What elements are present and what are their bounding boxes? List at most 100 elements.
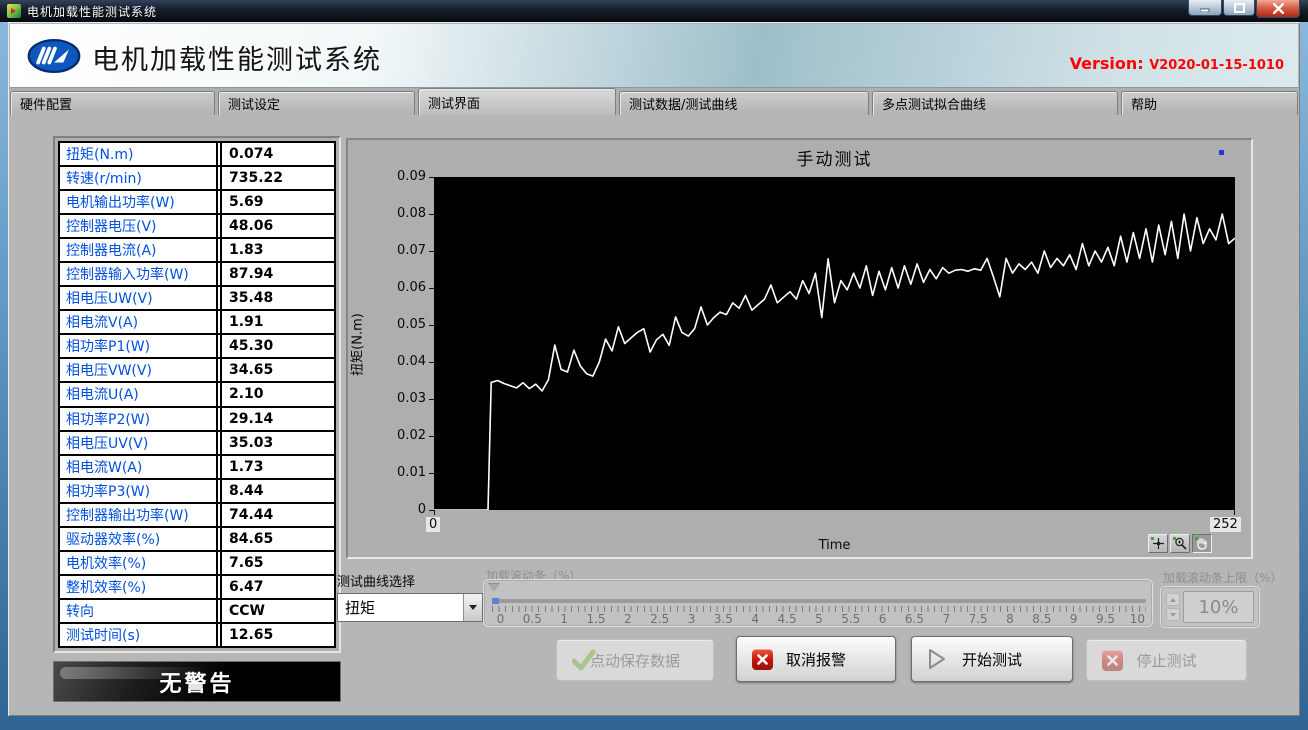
param-value: 45.30 bbox=[220, 335, 334, 357]
param-label: 控制器电流(A) bbox=[60, 239, 218, 261]
table-row: 电机输出功率(W)5.69 bbox=[60, 191, 334, 215]
param-value: 5.69 bbox=[220, 191, 334, 213]
slider-tick-label: 4 bbox=[740, 612, 771, 626]
chevron-down-icon[interactable] bbox=[463, 594, 482, 621]
tab-multipoint-fit-curve[interactable]: 多点测试拟合曲线 bbox=[872, 91, 1118, 115]
y-axis-title: 扭矩(N.m) bbox=[347, 280, 366, 410]
load-slider[interactable]: 00.511.522.533.544.555.566.577.588.599.5… bbox=[483, 579, 1153, 627]
warning-banner: 无警告 bbox=[53, 661, 341, 702]
slider-tick-label: 6.5 bbox=[899, 612, 930, 626]
close-button[interactable] bbox=[1256, 0, 1300, 18]
table-row: 驱动器效率(%)84.65 bbox=[60, 528, 334, 552]
crosshair-tool-icon[interactable] bbox=[1148, 534, 1168, 553]
slider-tick-label: 1.5 bbox=[581, 612, 612, 626]
slider-tick-label: 2.5 bbox=[644, 612, 675, 626]
slider-tick-label: 7.5 bbox=[963, 612, 994, 626]
slider-track[interactable] bbox=[492, 599, 1146, 603]
slider-tick-label: 9 bbox=[1058, 612, 1089, 626]
slider-thumb[interactable] bbox=[488, 584, 500, 598]
param-value: 1.91 bbox=[220, 311, 334, 333]
table-row: 转速(r/min)735.22 bbox=[60, 167, 334, 191]
param-value: 87.94 bbox=[220, 263, 334, 285]
spinner-up-icon[interactable] bbox=[1166, 593, 1180, 606]
y-tick-mark bbox=[429, 288, 434, 289]
chart-title: 手动测试 bbox=[434, 145, 1235, 170]
param-label: 相电流W(A) bbox=[60, 456, 218, 478]
x-tick-mark bbox=[1234, 510, 1235, 515]
version-text: Version: V2020-01-15-1010 bbox=[1070, 54, 1284, 73]
slider-tick-label: 0.5 bbox=[517, 612, 548, 626]
tab-test-data-curves[interactable]: 测试数据/测试曲线 bbox=[619, 91, 869, 115]
y-tick-mark bbox=[429, 362, 434, 363]
param-value: 35.48 bbox=[220, 287, 334, 309]
y-tick-mark bbox=[429, 436, 434, 437]
y-tick-mark bbox=[429, 473, 434, 474]
param-value: 35.03 bbox=[220, 432, 334, 454]
chart-panel: 手动测试 0.090.080.070.060.050.040.030.020.0… bbox=[346, 138, 1253, 559]
param-value: 0.074 bbox=[220, 143, 334, 165]
param-value: 8.44 bbox=[220, 480, 334, 502]
table-row: 相电流V(A)1.91 bbox=[60, 311, 334, 335]
plot-area[interactable] bbox=[434, 177, 1235, 510]
slider-tick-label: 7 bbox=[931, 612, 962, 626]
x-axis-max-label[interactable]: 252 bbox=[1210, 517, 1241, 532]
curve-select-label: 测试曲线选择 bbox=[337, 571, 415, 590]
curve-select-dropdown[interactable]: 扭矩 bbox=[337, 593, 483, 622]
jog-save-data-button[interactable]: 点动保存数据 bbox=[556, 639, 714, 681]
table-row: 测试时间(s)12.65 bbox=[60, 624, 334, 646]
start-test-button[interactable]: 开始测试 bbox=[911, 636, 1073, 682]
slider-tick-label: 3 bbox=[676, 612, 707, 626]
tab-test-settings[interactable]: 测试设定 bbox=[218, 91, 415, 115]
slider-tick-labels: 00.511.522.533.544.555.566.577.588.599.5… bbox=[485, 612, 1153, 626]
table-row: 相电压UW(V)35.48 bbox=[60, 287, 334, 311]
param-value: 1.83 bbox=[220, 239, 334, 261]
tab-bar: 硬件配置 测试设定 测试界面 测试数据/测试曲线 多点测试拟合曲线 帮助 bbox=[10, 88, 1298, 115]
table-row: 控制器输入功率(W)87.94 bbox=[60, 263, 334, 287]
table-row: 相功率P1(W)45.30 bbox=[60, 335, 334, 359]
curve-select-value: 扭矩 bbox=[338, 597, 463, 618]
param-value: 12.65 bbox=[220, 624, 334, 646]
param-label: 转速(r/min) bbox=[60, 167, 218, 189]
readout-table: 扭矩(N.m)0.074转速(r/min)735.22电机输出功率(W)5.69… bbox=[58, 141, 336, 648]
y-tick-label: 0 bbox=[350, 502, 426, 517]
param-label: 驱动器效率(%) bbox=[60, 528, 218, 550]
param-label: 相电压UV(V) bbox=[60, 432, 218, 454]
y-tick-mark bbox=[429, 399, 434, 400]
param-value: 7.65 bbox=[220, 552, 334, 574]
upper-limit-value[interactable]: 10% bbox=[1183, 591, 1254, 623]
table-row: 相功率P3(W)8.44 bbox=[60, 480, 334, 504]
slider-tick-label: 1 bbox=[549, 612, 580, 626]
stop-test-button[interactable]: 停止测试 bbox=[1086, 639, 1247, 681]
slider-tick-label: 3.5 bbox=[708, 612, 739, 626]
app-window: 电机加载性能测试系统 电机加载性能测试系统 bbox=[0, 0, 1308, 730]
tab-test-interface[interactable]: 测试界面 bbox=[418, 88, 616, 115]
param-label: 相功率P3(W) bbox=[60, 480, 218, 502]
param-label: 控制器输出功率(W) bbox=[60, 504, 218, 526]
param-value: 6.47 bbox=[220, 576, 334, 598]
graph-tool-palette bbox=[1148, 534, 1212, 553]
table-row: 相电流U(A)2.10 bbox=[60, 383, 334, 407]
y-tick-mark bbox=[429, 325, 434, 326]
legend-marker-icon[interactable] bbox=[1219, 150, 1224, 155]
table-row: 整机效率(%)6.47 bbox=[60, 576, 334, 600]
table-row: 控制器电压(V)48.06 bbox=[60, 215, 334, 239]
slider-tick-label: 0 bbox=[485, 612, 516, 626]
tab-hardware-config[interactable]: 硬件配置 bbox=[10, 91, 215, 115]
tab-help[interactable]: 帮助 bbox=[1121, 91, 1298, 115]
slider-fill-indicator bbox=[492, 598, 499, 604]
param-label: 相功率P2(W) bbox=[60, 408, 218, 430]
param-value: CCW bbox=[220, 600, 334, 622]
cancel-alarm-button[interactable]: 取消报警 bbox=[736, 636, 896, 682]
y-tick-label: 0.07 bbox=[350, 243, 426, 258]
zoom-tool-icon[interactable] bbox=[1170, 534, 1190, 553]
maximize-button[interactable] bbox=[1223, 0, 1255, 16]
slider-tick-label: 8 bbox=[995, 612, 1026, 626]
window-title: 电机加载性能测试系统 bbox=[27, 3, 157, 20]
pan-hand-tool-icon[interactable] bbox=[1192, 534, 1212, 553]
x-axis-min-label[interactable]: 0 bbox=[426, 517, 440, 532]
minimize-button[interactable] bbox=[1188, 0, 1222, 16]
param-label: 电机效率(%) bbox=[60, 552, 218, 574]
spinner-down-icon[interactable] bbox=[1166, 608, 1180, 621]
title-bar: 电机加载性能测试系统 bbox=[0, 0, 1308, 22]
param-label: 电机输出功率(W) bbox=[60, 191, 218, 213]
